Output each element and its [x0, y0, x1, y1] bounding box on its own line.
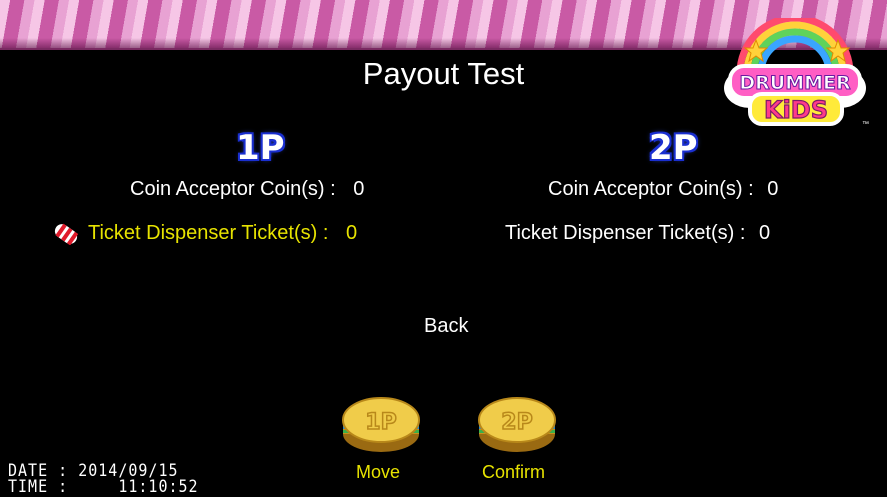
- time-line: TIME : 11:10:52: [8, 475, 199, 497]
- p2-coin-value: 0: [767, 178, 779, 200]
- p1-coin-row[interactable]: Coin Acceptor Coin(s) : 0: [130, 178, 364, 201]
- p1-coin-label: Coin Acceptor Coin(s) :: [130, 178, 336, 200]
- p2-ticket-value: 0: [758, 222, 771, 244]
- p2-ticket-label: Ticket Dispenser Ticket(s) :: [505, 222, 746, 244]
- confirm-button-label: Confirm: [482, 462, 546, 482]
- drummer-kids-logo: DRUMMER KiDS ™: [724, 18, 869, 128]
- p1-ticket-row[interactable]: Ticket Dispenser Ticket(s) : 0: [88, 222, 357, 245]
- p2-ticket-row[interactable]: Ticket Dispenser Ticket(s) : 0: [505, 222, 770, 245]
- player1-button-icon[interactable]: 1P: [340, 390, 422, 456]
- p1-ticket-label: Ticket Dispenser Ticket(s) :: [88, 222, 329, 244]
- back-menu-item[interactable]: Back: [424, 315, 468, 338]
- date-time-readout: DATE : 2014/09/15 TIME : 11:10:52: [8, 461, 199, 497]
- p2-coin-label: Coin Acceptor Coin(s) :: [548, 178, 754, 200]
- btn2-glyph: 2P: [501, 410, 532, 435]
- player1-heading: 1P: [236, 128, 285, 168]
- btn1-glyph: 1P: [365, 410, 396, 435]
- p1-coin-value: 0: [353, 178, 365, 200]
- p2-coin-row[interactable]: Coin Acceptor Coin(s) : 0: [548, 178, 778, 201]
- p1-ticket-value: 0: [345, 222, 358, 244]
- logo-text-top: DRUMMER: [739, 72, 851, 94]
- player2-heading: 2P: [649, 128, 698, 168]
- move-button-label: Move: [356, 462, 401, 482]
- candy-cursor-icon: [54, 223, 79, 245]
- logo-text-bottom: KiDS: [764, 96, 828, 124]
- logo-trademark: ™: [862, 121, 869, 128]
- player2-button-icon[interactable]: 2P: [476, 390, 558, 456]
